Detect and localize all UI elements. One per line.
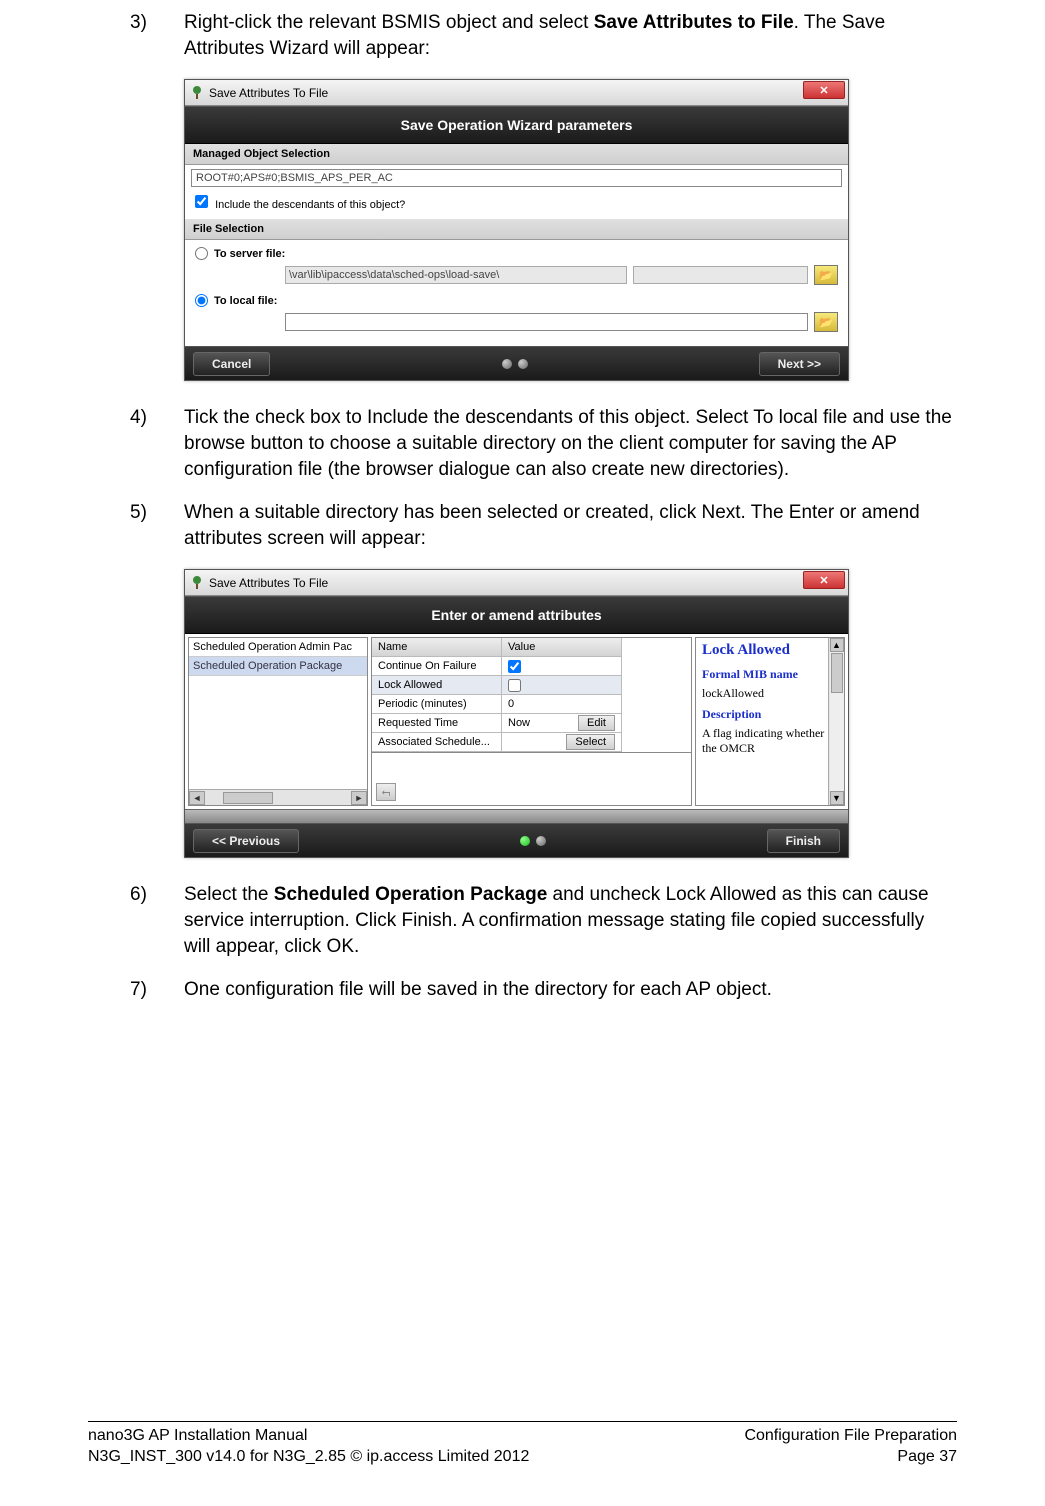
tree-icon [189,575,205,591]
dialog2-titlebar[interactable]: Save Attributes To File ✕ [185,570,848,596]
attr-name: Continue On Failure [372,657,502,676]
select-button[interactable]: Select [566,734,615,750]
scroll-thumb[interactable] [831,653,843,693]
dialog1-footer: Cancel Next >> [185,346,848,380]
progress-dot-1 [502,359,512,369]
server-file-radio[interactable] [195,247,208,260]
step-4-text: Tick the check box to Include the descen… [184,405,955,482]
scroll-left-icon[interactable]: ◄ [189,791,205,805]
col-value-header: Value [502,638,622,657]
object-selection-field[interactable]: ROOT#0;APS#0;BSMIS_APS_PER_AC [191,169,842,187]
attr-name: Periodic (minutes) [372,695,502,714]
requested-time-value: Now [508,717,530,729]
list-item[interactable]: Scheduled Operation Package [189,657,367,676]
step-4: 4) Tick the check box to Include the des… [130,405,955,482]
attr-value[interactable] [502,676,622,695]
attr-value: Select [502,733,622,752]
step-7: 7) One configuration file will be saved … [130,977,955,1003]
scroll-up-icon[interactable]: ▲ [830,638,844,652]
include-descendants-checkbox[interactable] [195,195,208,208]
lock-allowed-checkbox[interactable] [508,679,521,692]
cancel-button[interactable]: Cancel [193,352,270,376]
step-3-prefix: Right-click the relevant BSMIS object an… [184,12,594,33]
horizontal-scrollbar[interactable]: ◄ ► [189,789,367,805]
step-3-text: Right-click the relevant BSMIS object an… [184,10,955,61]
managed-object-selection-label: Managed Object Selection [185,144,848,165]
step-3-bold: Save Attributes to File [594,12,794,33]
dialog1-titlebar[interactable]: Save Attributes To File ✕ [185,80,848,106]
attr-value: Now Edit [502,714,622,733]
browse-server-icon[interactable]: 📂 [814,265,838,285]
scroll-thumb[interactable] [223,792,273,804]
footer-right-2: Page 37 [744,1447,957,1468]
list-item[interactable]: Scheduled Operation Admin Pac [189,638,367,657]
step-5-text: When a suitable directory has been selec… [184,500,955,551]
up-folder-icon[interactable]: ⮢ [376,783,396,801]
step-7-text: One configuration file will be saved in … [184,977,955,1003]
save-operation-wizard-dialog: Save Attributes To File ✕ Save Operation… [184,79,849,381]
file-selection-label: File Selection [185,219,848,240]
finish-button[interactable]: Finish [767,829,840,853]
scroll-down-icon[interactable]: ▼ [830,791,844,805]
dialog2-footer: << Previous Finish [185,823,848,857]
step-6-text: Select the Scheduled Operation Package a… [184,882,955,959]
step-6-bold: Scheduled Operation Package [274,884,547,905]
step-4-num: 4) [130,405,184,482]
help-panel: Lock Allowed Formal MIB name lockAllowed… [695,637,845,806]
tree-icon [189,85,205,101]
step-7-num: 7) [130,977,184,1003]
progress-dot-1 [520,836,530,846]
close-icon[interactable]: ✕ [803,571,845,589]
progress-dot-2 [536,836,546,846]
help-sub1: Formal MIB name [702,667,838,682]
server-file-input [285,266,627,284]
dialog1-title: Save Attributes To File [209,86,328,100]
local-file-label: To local file: [214,295,277,307]
attr-name: Lock Allowed [372,676,502,695]
help-val1: lockAllowed [702,686,838,701]
help-title: Lock Allowed [702,642,838,659]
enter-amend-attributes-dialog: Save Attributes To File ✕ Enter or amend… [184,569,849,858]
footer-left-2: N3G_INST_300 v14.0 for N3G_2.85 © ip.acc… [88,1447,529,1468]
package-list: Scheduled Operation Admin Pac Scheduled … [188,637,368,806]
next-button[interactable]: Next >> [759,352,840,376]
footer-right-1: Configuration File Preparation [744,1426,957,1447]
page-footer: nano3G AP Installation Manual N3G_INST_3… [88,1421,957,1468]
step-5-num: 5) [130,500,184,551]
progress-dot-2 [518,359,528,369]
footer-left-1: nano3G AP Installation Manual [88,1426,529,1447]
divider [185,809,848,823]
col-name-header: Name [372,638,502,657]
step-6: 6) Select the Scheduled Operation Packag… [130,882,955,959]
continue-on-failure-checkbox[interactable] [508,660,521,673]
step-6-num: 6) [130,882,184,959]
previous-button[interactable]: << Previous [193,829,299,853]
local-file-input[interactable] [285,313,808,331]
server-file-label: To server file: [214,248,285,260]
attr-value[interactable]: 0 [502,695,622,714]
step-3-num: 3) [130,10,184,61]
vertical-scrollbar[interactable]: ▲ ▼ [828,638,844,805]
browse-local-icon[interactable]: 📂 [814,312,838,332]
server-file-input-2 [633,266,808,284]
dialog2-header: Enter or amend attributes [185,596,848,634]
step-3: 3) Right-click the relevant BSMIS object… [130,10,955,61]
close-icon[interactable]: ✕ [803,81,845,99]
attr-name: Associated Schedule... [372,733,502,752]
attr-value[interactable] [502,657,622,676]
attributes-table: Name Value Continue On Failure Lock Allo… [371,637,692,753]
edit-button[interactable]: Edit [578,715,615,731]
step-6-prefix: Select the [184,884,274,905]
scroll-right-icon[interactable]: ► [351,791,367,805]
help-val2: A flag indicating whether the OMCR [702,726,838,756]
attr-name: Requested Time [372,714,502,733]
include-descendants-label: Include the descendants of this object? [215,199,405,211]
local-file-radio[interactable] [195,294,208,307]
dialog1-header: Save Operation Wizard parameters [185,106,848,144]
step-5: 5) When a suitable directory has been se… [130,500,955,551]
include-descendants-row[interactable]: Include the descendants of this object? [185,191,848,219]
dialog2-title: Save Attributes To File [209,576,328,590]
help-sub2: Description [702,707,838,722]
